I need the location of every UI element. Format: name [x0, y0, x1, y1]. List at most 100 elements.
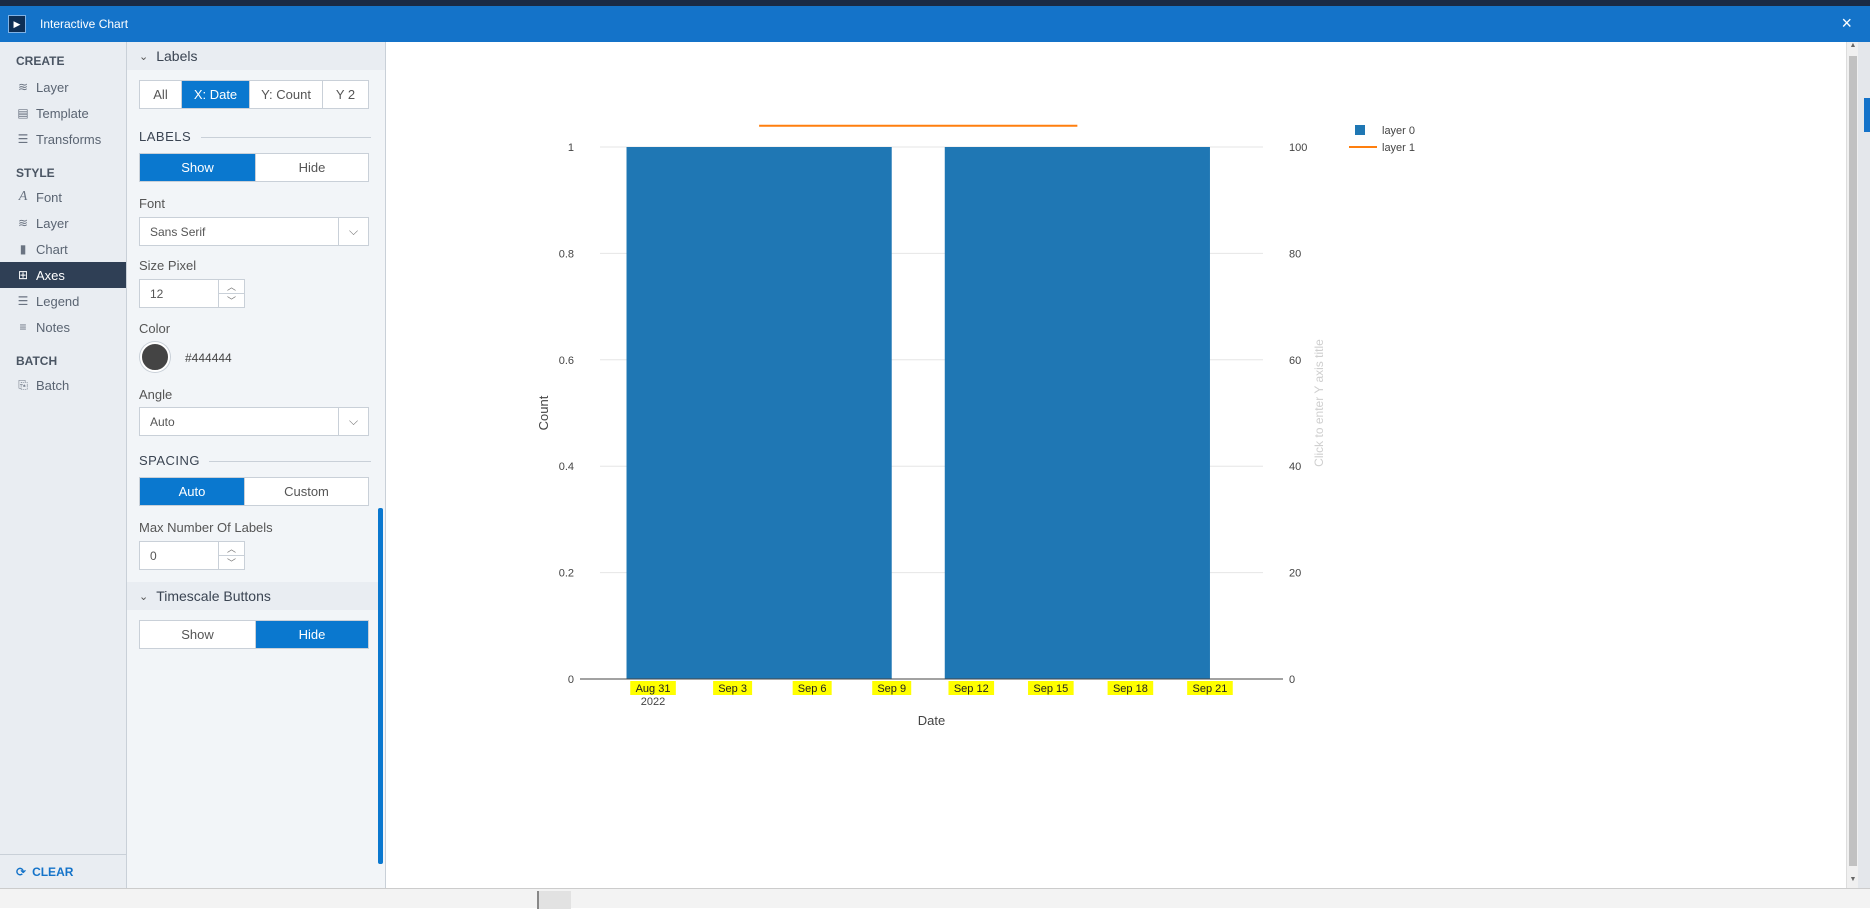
legend: layer 0 layer 1: [1349, 125, 1415, 154]
spacing-custom-button[interactable]: Custom: [245, 478, 368, 505]
y2-tick-label: 20: [1289, 568, 1301, 580]
y-tick-label: 0.6: [559, 355, 574, 367]
y2-tick-label: 40: [1289, 461, 1301, 473]
timescale-show-button[interactable]: Show: [140, 621, 256, 648]
y2-axis-title-placeholder: Click to enter Y axis title: [1312, 339, 1326, 467]
size-pixel-input[interactable]: 12: [139, 279, 219, 308]
labels-heading: LABELS: [139, 129, 192, 144]
labels-hide-button[interactable]: Hide: [256, 154, 368, 181]
template-icon: ▤: [17, 106, 29, 120]
background-bottom-strip: [0, 888, 1870, 909]
tab-y2[interactable]: Y 2: [323, 81, 368, 108]
labels-section-header[interactable]: ⌄ Labels: [127, 42, 385, 70]
background-window-marker: [1864, 98, 1870, 132]
axes-settings-panel: ⌄ Labels All X: Date Y: Count Y 2 LABELS…: [127, 42, 386, 888]
notes-icon: ≡: [19, 320, 27, 334]
labels-rule: [201, 137, 371, 138]
spacing-toggle: Auto Custom: [139, 477, 369, 506]
spacing-rule: [209, 461, 371, 462]
legend-label: layer 1: [1382, 142, 1415, 154]
angle-select-value: Auto: [150, 414, 175, 429]
axis-tabs: All X: Date Y: Count Y 2: [139, 80, 369, 109]
tab-x-date[interactable]: X: Date: [182, 81, 250, 108]
nav-item-template[interactable]: ▤ Template: [0, 100, 126, 126]
nav-item-transforms[interactable]: ☰ Transforms: [0, 126, 126, 152]
x-tick-label: Sep 6: [798, 683, 827, 695]
panel-scrollbar[interactable]: [378, 508, 383, 864]
nav-item-label: Template: [36, 105, 89, 121]
tab-all[interactable]: All: [140, 81, 182, 108]
left-nav: CREATE ≋ Layer ▤ Template ☰ Transforms STYL…: [0, 42, 127, 888]
max-labels-stepper-buttons: ︿ ﹀: [219, 541, 245, 570]
nav-item-batch[interactable]: ⎘ Batch: [0, 372, 126, 398]
clear-button[interactable]: ⟳ CLEAR: [0, 854, 126, 888]
nav-item-axes[interactable]: ⊞ Axes: [0, 262, 126, 288]
layers-icon: ≋: [17, 80, 29, 94]
timescale-section-header[interactable]: ⌄ Timescale Buttons: [127, 582, 379, 610]
timescale-hide-button[interactable]: Hide: [256, 621, 368, 648]
nav-item-label: Layer: [36, 215, 69, 231]
x-tick-year: 2022: [641, 696, 665, 708]
angle-select[interactable]: Auto ⌵: [139, 407, 369, 436]
increment-icon[interactable]: ︿: [219, 542, 244, 556]
decrement-icon[interactable]: ﹀: [219, 556, 244, 569]
nav-item-notes[interactable]: ≡ Notes: [0, 314, 126, 340]
section-create: CREATE: [16, 54, 65, 68]
labels-show-button[interactable]: Show: [140, 154, 256, 181]
grid-icon: ⊞: [17, 268, 29, 282]
list-icon: ☰: [17, 294, 29, 308]
color-swatch[interactable]: [140, 342, 170, 372]
decrement-icon[interactable]: ﹀: [219, 294, 244, 307]
x-tick-label: Sep 12: [954, 683, 989, 695]
section-style: STYLE: [16, 166, 55, 180]
section-batch: BATCH: [16, 354, 58, 368]
chevron-down-icon: ⌄: [139, 50, 149, 63]
nav-item-style-layer[interactable]: ≋ Layer: [0, 210, 126, 236]
y-tick-label: 0.2: [559, 568, 574, 580]
nav-item-label: Notes: [36, 319, 70, 335]
app-icon: ▶: [8, 15, 26, 33]
font-icon: A: [18, 189, 28, 204]
nav-item-chart[interactable]: ▮ Chart: [0, 236, 126, 262]
spacing-heading: SPACING: [139, 453, 201, 468]
nav-item-label: Axes: [36, 267, 65, 283]
font-label: Font: [139, 196, 166, 211]
close-icon[interactable]: ×: [1841, 13, 1852, 34]
window-title: Interactive Chart: [40, 17, 129, 31]
chart-scrollbar[interactable]: ▲ ▼: [1846, 42, 1858, 888]
chevron-down-icon: ⌵: [338, 408, 368, 435]
chevron-down-icon: ⌄: [139, 590, 149, 603]
x-tick-label: Aug 31: [636, 683, 671, 695]
tab-y-count[interactable]: Y: Count: [250, 81, 323, 108]
x-axis-title: Date: [918, 713, 945, 728]
batch-icon: ⎘: [18, 377, 28, 392]
legend-swatch-bar: [1355, 125, 1365, 135]
nav-item-legend[interactable]: ☰ Legend: [0, 288, 126, 314]
spacing-auto-button[interactable]: Auto: [140, 478, 245, 505]
y-axis-title: Count: [536, 395, 551, 430]
nav-item-label: Font: [36, 189, 63, 205]
scroll-thumb[interactable]: [1849, 56, 1857, 866]
y2-tick-label: 60: [1289, 355, 1301, 367]
nav-item-font[interactable]: A Font: [0, 184, 126, 210]
nav-item-layer[interactable]: ≋ Layer: [0, 74, 126, 100]
y-tick-label: 0.4: [559, 461, 574, 473]
chart-svg: 0 0.2 0.4 0.6 0.8 1 0 20 40 60 80 100 Aug 31 Sep 3 Sep…: [536, 124, 1415, 728]
x-tick-label: Sep 3: [718, 683, 747, 695]
labels-section-title: Labels: [156, 48, 198, 64]
y-tick-label: 0: [568, 674, 574, 686]
max-labels-stepper: 0 ︿ ﹀: [139, 541, 245, 570]
angle-label: Angle: [139, 387, 173, 402]
max-labels-input[interactable]: 0: [139, 541, 219, 570]
chevron-down-icon: ⌵: [338, 218, 368, 245]
font-select[interactable]: Sans Serif ⌵: [139, 217, 369, 246]
size-pixel-label: Size Pixel: [139, 258, 197, 273]
bar-chart-icon: ▮: [19, 242, 27, 256]
layers-icon: ≋: [17, 216, 29, 230]
x-tick-label: Sep 21: [1193, 683, 1228, 695]
clear-label: CLEAR: [32, 864, 74, 879]
y-tick-label: 1: [568, 142, 574, 154]
increment-icon[interactable]: ︿: [219, 280, 244, 294]
x-tick-label: Sep 18: [1113, 683, 1148, 695]
bars: [626, 147, 1210, 679]
